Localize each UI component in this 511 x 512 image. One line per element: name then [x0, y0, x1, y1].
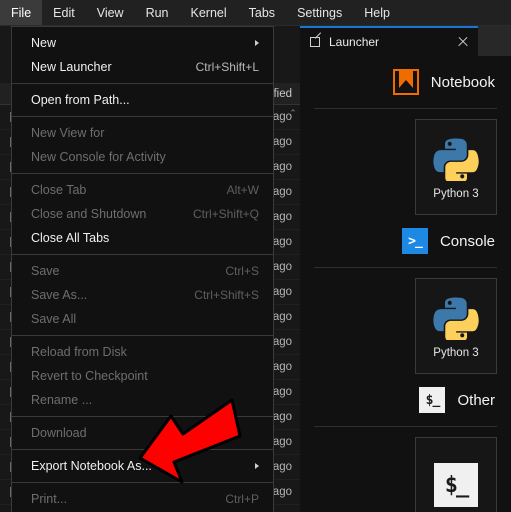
- menu-item-shortcut: Alt+W: [226, 183, 259, 197]
- menubar-item-edit[interactable]: Edit: [42, 0, 86, 25]
- menubar-item-settings[interactable]: Settings: [286, 0, 353, 25]
- section-title-notebook: Notebook: [430, 73, 495, 91]
- menu-item-label: New Launcher: [31, 60, 112, 74]
- menubar-item-run[interactable]: Run: [135, 0, 180, 25]
- menu-item-shortcut: Ctrl+Shift+L: [195, 60, 259, 74]
- file-browser-scrollbar[interactable]: ⌃: [288, 108, 298, 508]
- menu-item-save: Save Ctrl+S: [12, 259, 273, 283]
- menu-separator: [12, 173, 273, 174]
- menu-item-label: Close All Tabs: [31, 231, 110, 245]
- menu-item-label: Close and Shutdown: [31, 207, 147, 221]
- menubar-item-file[interactable]: File: [0, 0, 43, 25]
- jupyterlab-window: Last Modified agoagoagoagoagoagoagoagoag…: [0, 0, 511, 512]
- other-card-row: $_: [314, 427, 497, 512]
- close-icon[interactable]: [456, 35, 470, 49]
- section-title-other: Other: [457, 391, 495, 409]
- main-area: Launcher Notebook Python 3 >_ Console Py…: [300, 26, 511, 512]
- terminal-icon: $_: [419, 387, 446, 413]
- menu-item-label: Save All: [31, 312, 77, 326]
- console-card-row: Python 3: [314, 268, 497, 374]
- menu-item-shortcut: Ctrl+Shift+Q: [192, 207, 259, 221]
- menubar-item-kernel[interactable]: Kernel: [180, 0, 238, 25]
- menubar-item-label: Tabs: [248, 5, 276, 20]
- menu-item-shortcut: Ctrl+P: [225, 492, 259, 506]
- menu-item-save-as: Save As... Ctrl+Shift+S: [12, 283, 273, 307]
- section-title-console: Console: [439, 232, 495, 250]
- menubar-item-tabs[interactable]: Tabs: [238, 0, 286, 25]
- tab-bar: Launcher: [300, 26, 511, 56]
- card-label: Python 3: [433, 187, 479, 200]
- scroll-up-caret-icon[interactable]: ⌃: [288, 108, 298, 118]
- menu-item-label: Save: [31, 264, 60, 278]
- menu-item-label: Open from Path...: [31, 93, 130, 107]
- menu-item-open-from-path[interactable]: Open from Path...: [12, 88, 273, 112]
- menubar-item-label: Help: [364, 5, 390, 20]
- menu-item-shortcut: Ctrl+S: [225, 264, 259, 278]
- menubar-item-view[interactable]: View: [86, 0, 135, 25]
- menu-item-shortcut: Ctrl+Shift+S: [194, 288, 259, 302]
- menubar-item-label: Kernel: [190, 5, 227, 20]
- menubar-item-label: View: [96, 5, 124, 20]
- menu-item-new-view-for: New View for: [12, 121, 273, 145]
- menu-separator: [12, 83, 273, 84]
- menu-item-revert-to-checkpoint: Revert to Checkpoint: [12, 364, 273, 388]
- chevron-right-icon: [255, 40, 259, 46]
- menu-bar: File Edit View Run Kernel Tabs Settings Help: [0, 0, 511, 26]
- launcher-card-terminal[interactable]: $_: [415, 437, 497, 512]
- menu-separator: [12, 335, 273, 336]
- menu-item-close-and-shutdown: Close and Shutdown Ctrl+Shift+Q: [12, 202, 273, 226]
- menu-item-save-all: Save All: [12, 307, 273, 331]
- menu-item-reload-from-disk: Reload from Disk: [12, 340, 273, 364]
- launcher-card-notebook-python3[interactable]: Python 3: [415, 119, 497, 215]
- chevron-right-icon: [255, 463, 259, 469]
- notebook-card-row: Python 3: [314, 109, 497, 215]
- menu-item-label: Print...: [31, 492, 68, 506]
- python-logo: [433, 294, 479, 343]
- menu-item-label: New View for: [31, 126, 105, 140]
- menu-item-label: Revert to Checkpoint: [31, 369, 148, 383]
- menu-item-new[interactable]: New: [12, 31, 273, 55]
- card-label: Python 3: [433, 346, 479, 359]
- tab-launcher[interactable]: Launcher: [300, 26, 478, 56]
- tab-label: Launcher: [329, 35, 380, 49]
- menu-item-close-tab: Close Tab Alt+W: [12, 178, 273, 202]
- launcher-section-console-header: >_ Console: [314, 215, 497, 267]
- launcher-section-notebook-header: Notebook: [314, 56, 497, 108]
- menu-item-close-all-tabs[interactable]: Close All Tabs: [12, 226, 273, 250]
- menubar-item-label: File: [11, 5, 32, 20]
- annotation-arrow: [138, 398, 242, 484]
- menu-item-new-launcher[interactable]: New Launcher Ctrl+Shift+L: [12, 55, 273, 79]
- menu-item-label: Save As...: [31, 288, 88, 302]
- menu-item-new-console-for-activity: New Console for Activity: [12, 145, 273, 169]
- terminal-big-icon: $_: [434, 463, 478, 507]
- menu-separator: [12, 254, 273, 255]
- menu-item-print: Print... Ctrl+P: [12, 487, 273, 511]
- launcher-section-other-header: $_ Other: [314, 374, 497, 426]
- console-icon: >_: [401, 228, 428, 254]
- python-logo: [433, 135, 479, 184]
- menubar-item-label: Run: [145, 5, 169, 20]
- launcher-panel: Notebook Python 3 >_ Console Python 3 $_…: [300, 56, 511, 512]
- menu-separator: [12, 116, 273, 117]
- menu-item-label: Reload from Disk: [31, 345, 127, 359]
- menu-item-label: New: [31, 36, 57, 50]
- notebook-icon: [392, 69, 419, 95]
- menubar-item-help[interactable]: Help: [353, 0, 401, 25]
- menu-item-label: Close Tab: [31, 183, 87, 197]
- launcher-icon: [310, 32, 322, 48]
- launcher-card-console-python3[interactable]: Python 3: [415, 278, 497, 374]
- menubar-item-label: Settings: [297, 5, 343, 20]
- menubar-item-label: Edit: [53, 5, 75, 20]
- menu-item-label: New Console for Activity: [31, 150, 166, 164]
